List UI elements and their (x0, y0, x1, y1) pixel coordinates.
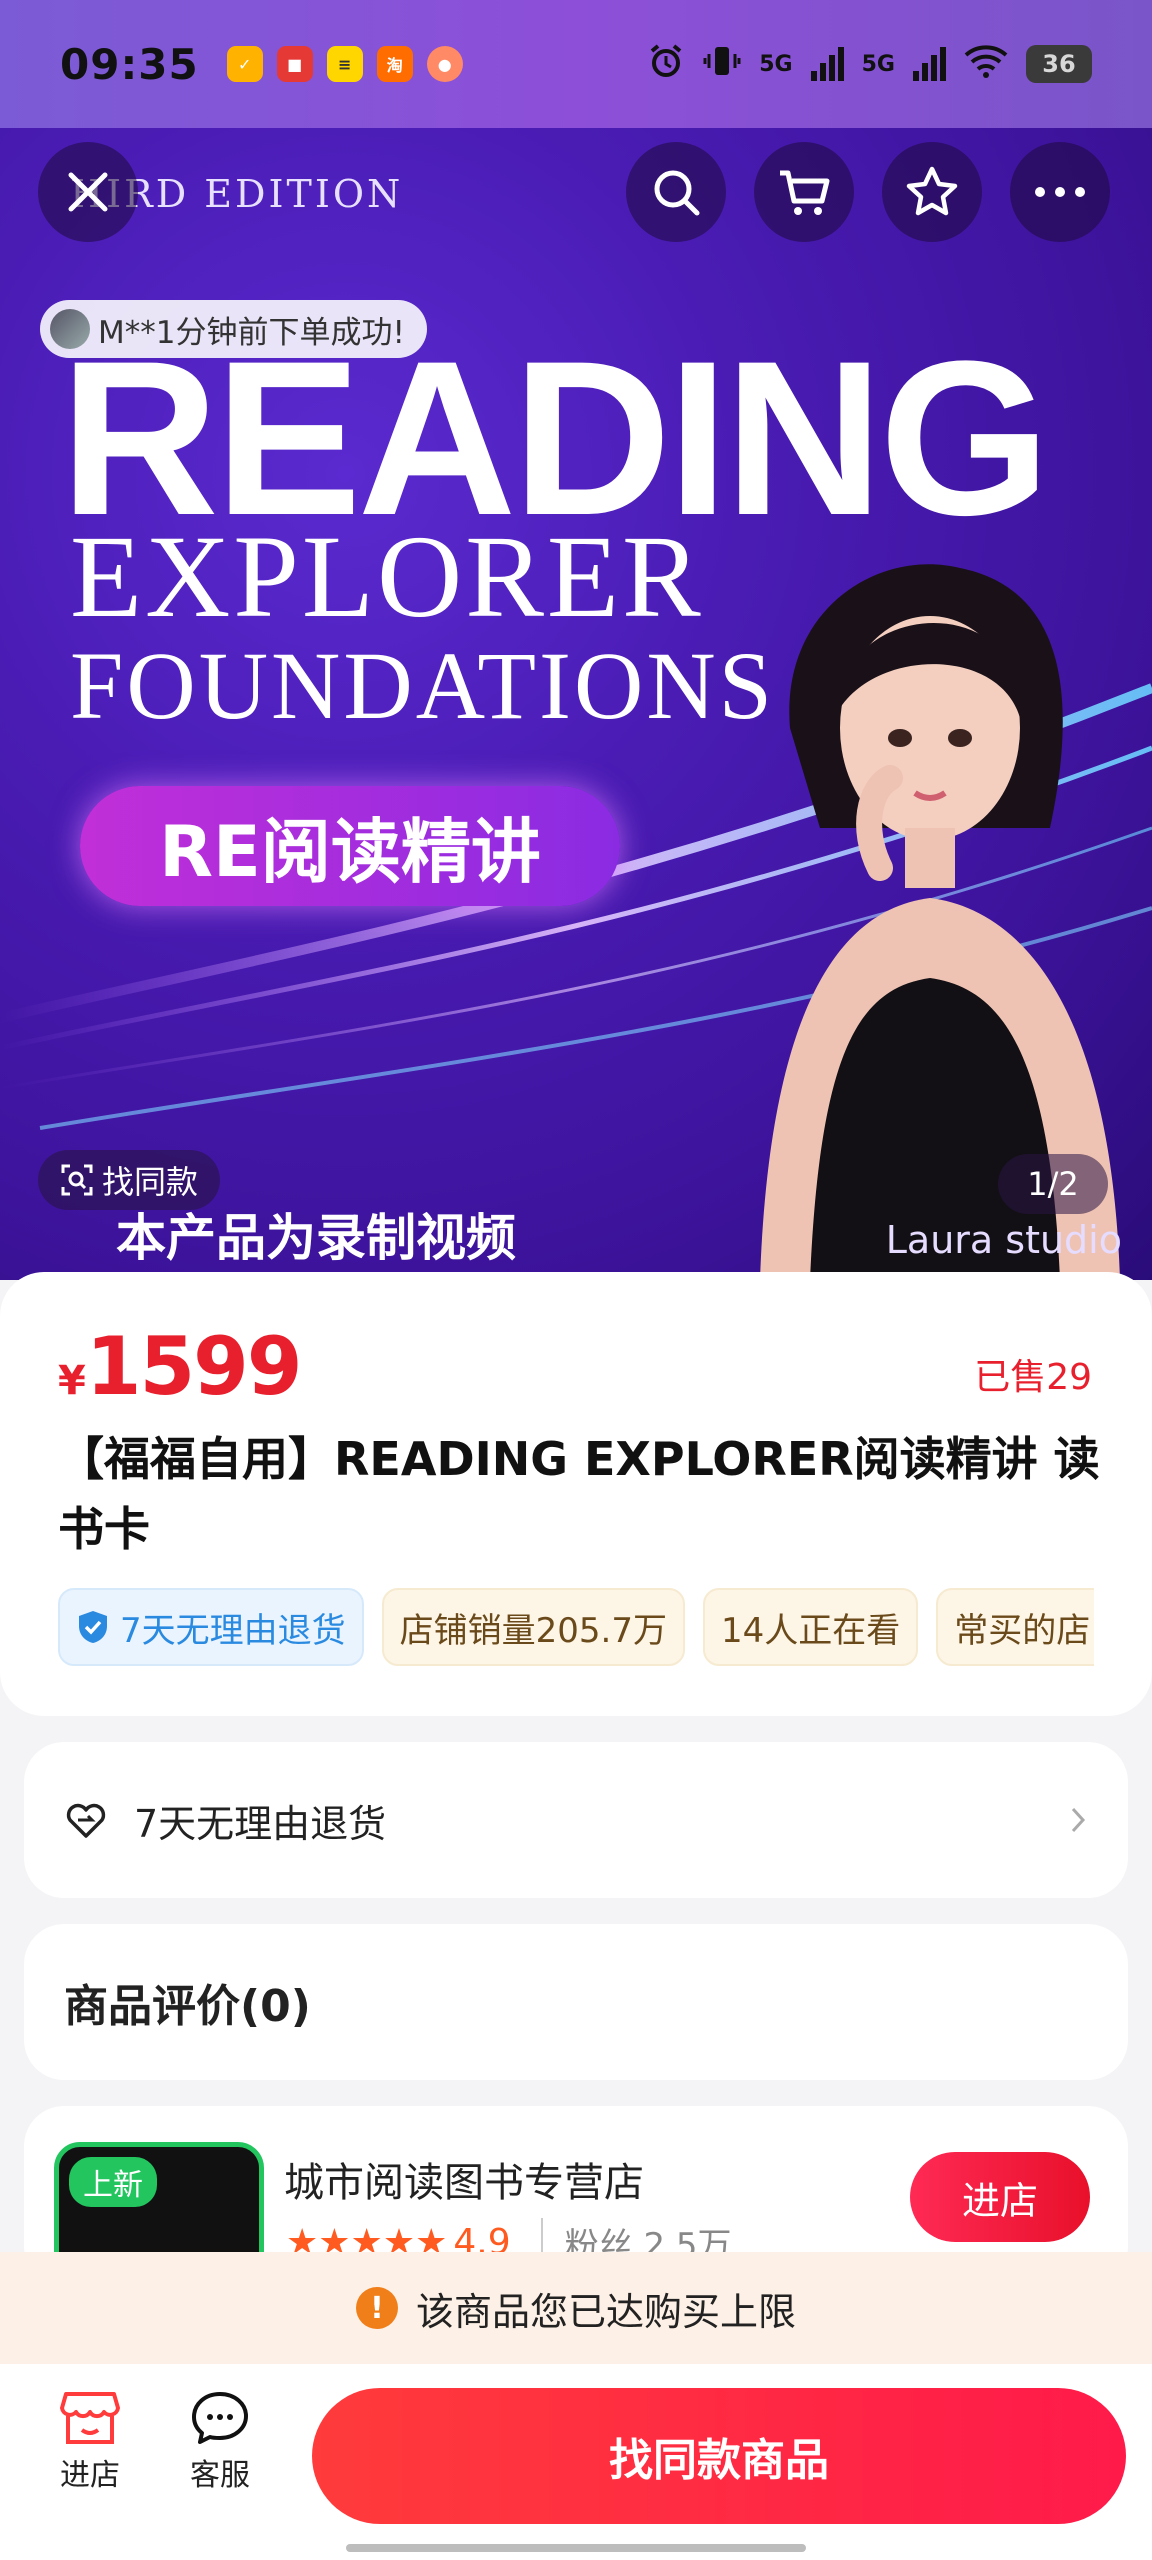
network-5g-label: 5G (861, 51, 895, 77)
customer-service-label: 客服 (190, 2458, 250, 2493)
return-policy-label: 7天无理由退货 (134, 1801, 387, 1846)
purchase-limit-text: 该商品您已达购买上限 (415, 2289, 796, 2334)
studio-watermark: Laura studio (885, 1218, 1122, 1262)
store-name: 城市阅读图书专营店 (284, 2160, 644, 2206)
customer-service-button[interactable]: 客服 (160, 2390, 280, 2494)
enter-store-button[interactable]: 进店 (910, 2152, 1090, 2242)
hero-title-line2: EXPLORER (70, 511, 704, 642)
wifi-icon (964, 43, 1008, 85)
tag-frequent-store[interactable]: 常买的店 (936, 1588, 1094, 1666)
home-indicator[interactable] (346, 2544, 806, 2552)
heart-return-icon (66, 1803, 106, 1838)
find-similar-products-button[interactable]: 找同款商品 (312, 2388, 1126, 2524)
more-button[interactable] (1010, 142, 1110, 242)
warning-icon: ! (355, 2287, 398, 2329)
cart-icon (780, 170, 830, 215)
product-title: 【福福自用】READING EXPLORER阅读精讲 读书卡 (58, 1432, 1100, 1556)
search-icon (654, 170, 700, 216)
tag-label: 14人正在看 (720, 1610, 901, 1651)
scan-icon (61, 1164, 93, 1196)
bottom-action-bar: 进店 客服 找同款商品 (0, 2364, 1152, 2560)
chevron-right-icon (1071, 1807, 1086, 1833)
product-image-carousel[interactable]: HIRD EDITION READING EXPLORER FOUNDATION… (0, 128, 1152, 1280)
signal-icon (913, 47, 946, 81)
alarm-icon (647, 42, 685, 86)
close-icon (68, 172, 108, 212)
hero-badge: RE阅读精讲 (80, 786, 620, 906)
sold-count: 已售29 (974, 1357, 1092, 1398)
app-notification-icon: ● (426, 46, 463, 82)
app-notification-icon: ≡ (326, 46, 363, 82)
chat-icon (192, 2392, 248, 2444)
status-app-icons: ✓ ■ ≡ 淘 ● (226, 46, 463, 82)
tag-viewers[interactable]: 14人正在看 (702, 1588, 919, 1666)
reviews-title: 商品评价(0) (64, 1981, 311, 2032)
more-icon (1035, 187, 1085, 197)
tag-label: 7天无理由退货 (120, 1610, 346, 1651)
app-notification-icon: ✓ (226, 46, 263, 82)
tag-label: 店铺销量205.7万 (399, 1610, 667, 1651)
vibrate-icon (703, 42, 741, 86)
shield-check-icon (79, 1611, 107, 1643)
tag-return-policy[interactable]: 7天无理由退货 (58, 1588, 364, 1666)
hero-title-line3: FOUNDATIONS (70, 632, 776, 739)
recorded-video-note: 本产品为录制视频 (116, 1209, 516, 1267)
carousel-page-indicator: 1/2 (998, 1154, 1108, 1214)
favorite-button[interactable] (882, 142, 982, 242)
status-time: 09:35 (60, 39, 199, 89)
status-indicators: 5G 5G 36 (647, 42, 1092, 86)
buyer-avatar (50, 309, 90, 349)
app-notification-icon: ■ (276, 46, 313, 82)
return-policy-row[interactable]: 7天无理由退货 (24, 1742, 1128, 1898)
product-info-card: ¥ 1599 已售29 【福福自用】READING EXPLORER阅读精讲 读… (0, 1272, 1152, 1716)
taobao-app-icon: 淘 (376, 46, 413, 82)
status-bar: 09:35 ✓ ■ ≡ 淘 ● 5G 5G 36 (0, 0, 1152, 128)
tag-label: 常买的店 (954, 1610, 1091, 1651)
product-price: ¥ 1599 (58, 1320, 303, 1413)
price-value: 1599 (85, 1320, 303, 1413)
network-5g-label: 5G (759, 51, 793, 77)
battery-indicator: 36 (1026, 45, 1092, 83)
star-icon (906, 166, 958, 216)
search-button[interactable] (626, 142, 726, 242)
store-icon (60, 2392, 120, 2444)
signal-icon (810, 47, 844, 81)
currency-symbol: ¥ (58, 1358, 86, 1404)
bottom-store-label: 进店 (60, 2458, 120, 2493)
store-new-badge: 上新 (69, 2157, 157, 2207)
close-button[interactable] (38, 142, 138, 242)
bottom-store-button[interactable]: 进店 (30, 2390, 150, 2494)
recent-order-notice: M**1分钟前下单成功! (40, 300, 427, 358)
tag-store-sales[interactable]: 店铺销量205.7万 (381, 1588, 685, 1666)
purchase-limit-notice: ! 该商品您已达购买上限 (0, 2252, 1152, 2364)
find-same-label: 找同款 (102, 1163, 199, 1201)
product-reviews-section[interactable]: 商品评价(0) (24, 1924, 1128, 2080)
recent-order-text: M**1分钟前下单成功! (98, 314, 405, 351)
cart-button[interactable] (754, 142, 854, 242)
product-tags: 7天无理由退货 店铺销量205.7万 14人正在看 常买的店 (58, 1588, 1094, 1672)
